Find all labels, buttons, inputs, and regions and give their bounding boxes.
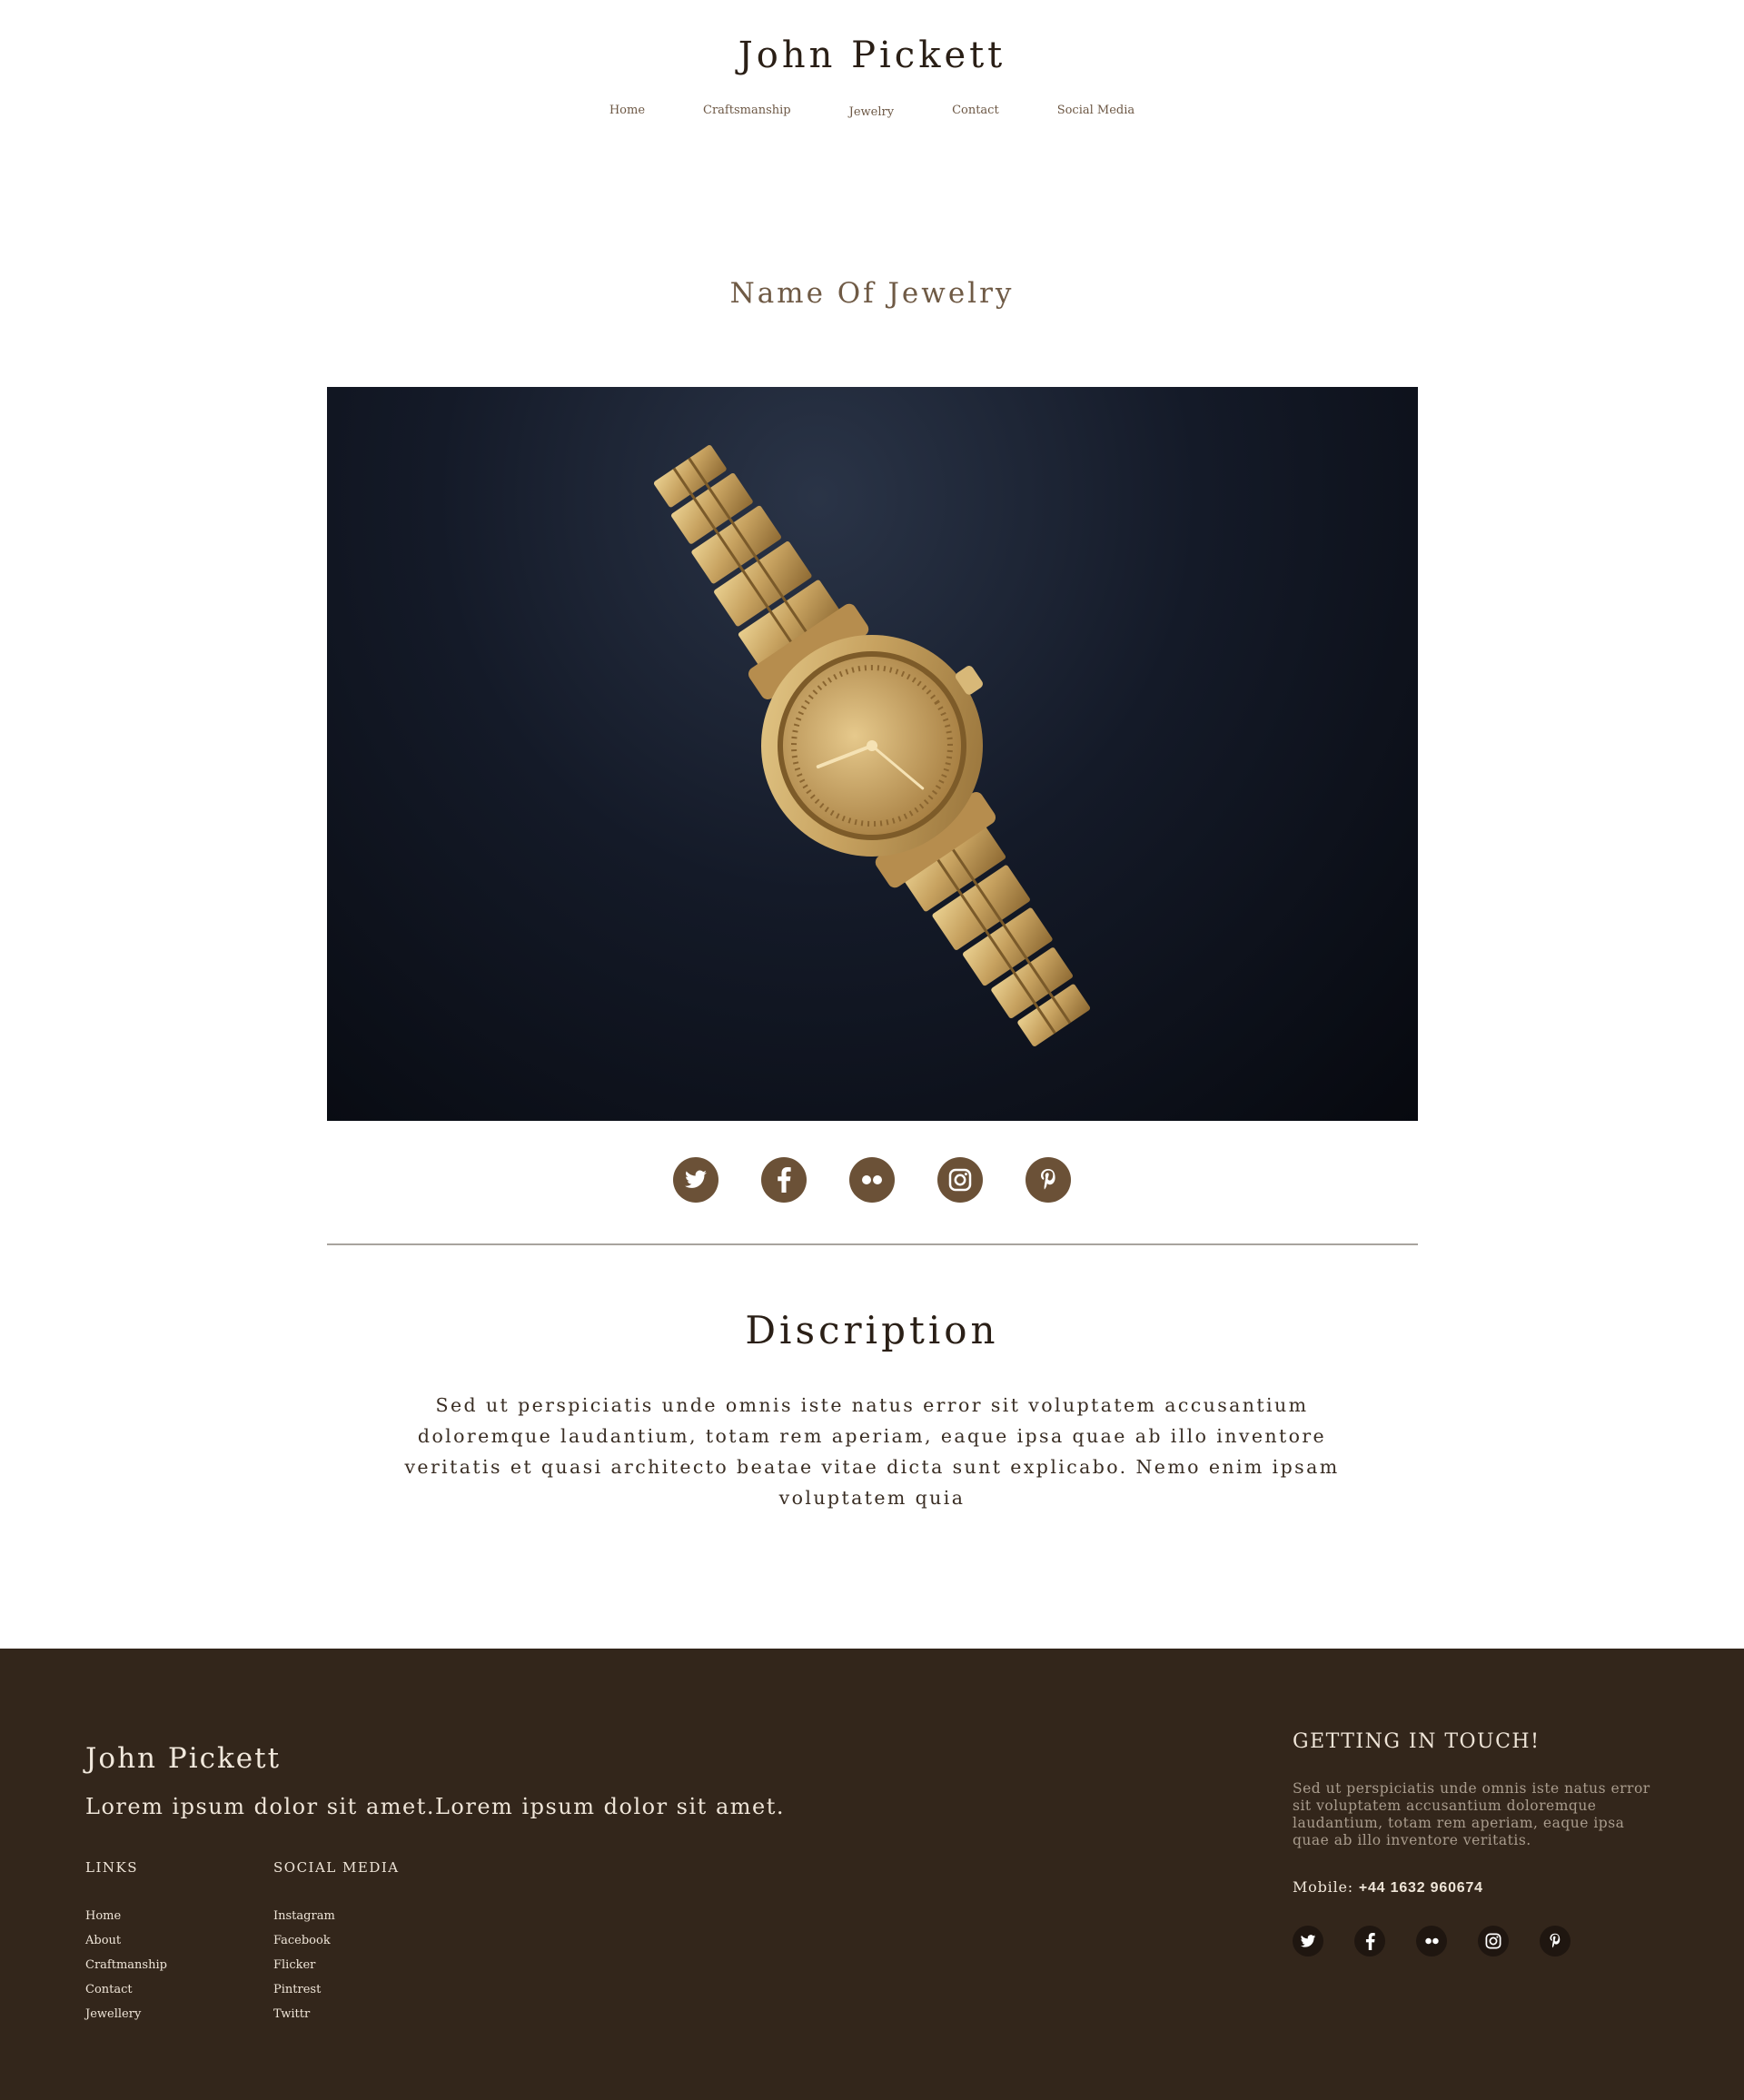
site-title[interactable]: John Pickett	[0, 35, 1744, 76]
footer: John Pickett Lorem ipsum dolor sit amet.…	[0, 1649, 1744, 2100]
nav-home[interactable]: Home	[580, 104, 674, 117]
nav-social-media[interactable]: Social Media	[1028, 104, 1164, 117]
share-icons	[0, 1157, 1744, 1203]
nav-jewelry[interactable]: Jewelry	[820, 105, 923, 119]
footer-social-facebook[interactable]: Facebook	[273, 1928, 335, 1953]
footer-social-instagram[interactable]: Instagram	[273, 1904, 335, 1928]
instagram-icon[interactable]	[937, 1157, 983, 1203]
footer-social-twittr[interactable]: Twittr	[273, 2002, 335, 2026]
footer-link-craftmanship[interactable]: Craftmanship	[85, 1953, 167, 1977]
pinterest-icon[interactable]	[1540, 1926, 1571, 1956]
watch-illustration	[653, 445, 1091, 1046]
nav-craftsmanship[interactable]: Craftsmanship	[674, 104, 820, 117]
divider	[327, 1243, 1418, 1245]
footer-social-pintrest[interactable]: Pintrest	[273, 1977, 335, 2002]
footer-links-list: Home About Craftmanship Contact Jeweller…	[85, 1904, 167, 2026]
mobile-number[interactable]: +44 1632 960674	[1359, 1880, 1483, 1896]
description-title: Discription	[745, 1308, 999, 1352]
description-text: Sed ut perspiciatis unde omnis iste natu…	[404, 1394, 1340, 1509]
pinterest-icon[interactable]	[1026, 1157, 1071, 1203]
instagram-icon[interactable]	[1478, 1926, 1509, 1956]
footer-social-list: Instagram Facebook Flicker Pintrest Twit…	[273, 1904, 335, 2026]
nav-contact[interactable]: Contact	[923, 104, 1028, 117]
contact-mobile: Mobile: +44 1632 960674	[1293, 1878, 1483, 1897]
footer-link-home[interactable]: Home	[85, 1904, 167, 1928]
footer-links-title: LINKS	[85, 1859, 138, 1876]
footer-tagline: Lorem ipsum dolor sit amet.Lorem ipsum d…	[85, 1794, 785, 1819]
footer-social-title: SOCIAL MEDIA	[273, 1859, 400, 1876]
contact-text: Sed ut perspiciatis unde omnis iste natu…	[1293, 1780, 1650, 1848]
footer-link-contact[interactable]: Contact	[85, 1977, 167, 2002]
footer-brand: John Pickett	[85, 1742, 282, 1775]
footer-social-flicker[interactable]: Flicker	[273, 1953, 335, 1977]
footer-link-jewellery[interactable]: Jewellery	[85, 2002, 167, 2026]
contact-title: GETTING IN TOUCH!	[1293, 1730, 1541, 1753]
footer-social-icons	[1293, 1926, 1571, 1956]
product-image	[327, 387, 1418, 1121]
twitter-icon[interactable]	[673, 1157, 718, 1203]
flickr-icon[interactable]	[1416, 1926, 1447, 1956]
footer-link-about[interactable]: About	[85, 1928, 167, 1953]
mobile-label: Mobile:	[1293, 1878, 1353, 1896]
flickr-icon[interactable]	[849, 1157, 895, 1203]
facebook-icon[interactable]	[761, 1157, 807, 1203]
main-nav: Home Craftsmanship Jewelry Contact Socia…	[0, 104, 1744, 119]
twitter-icon[interactable]	[1293, 1926, 1323, 1956]
product-title: Name Of Jewelry	[729, 277, 1015, 310]
facebook-icon[interactable]	[1354, 1926, 1385, 1956]
